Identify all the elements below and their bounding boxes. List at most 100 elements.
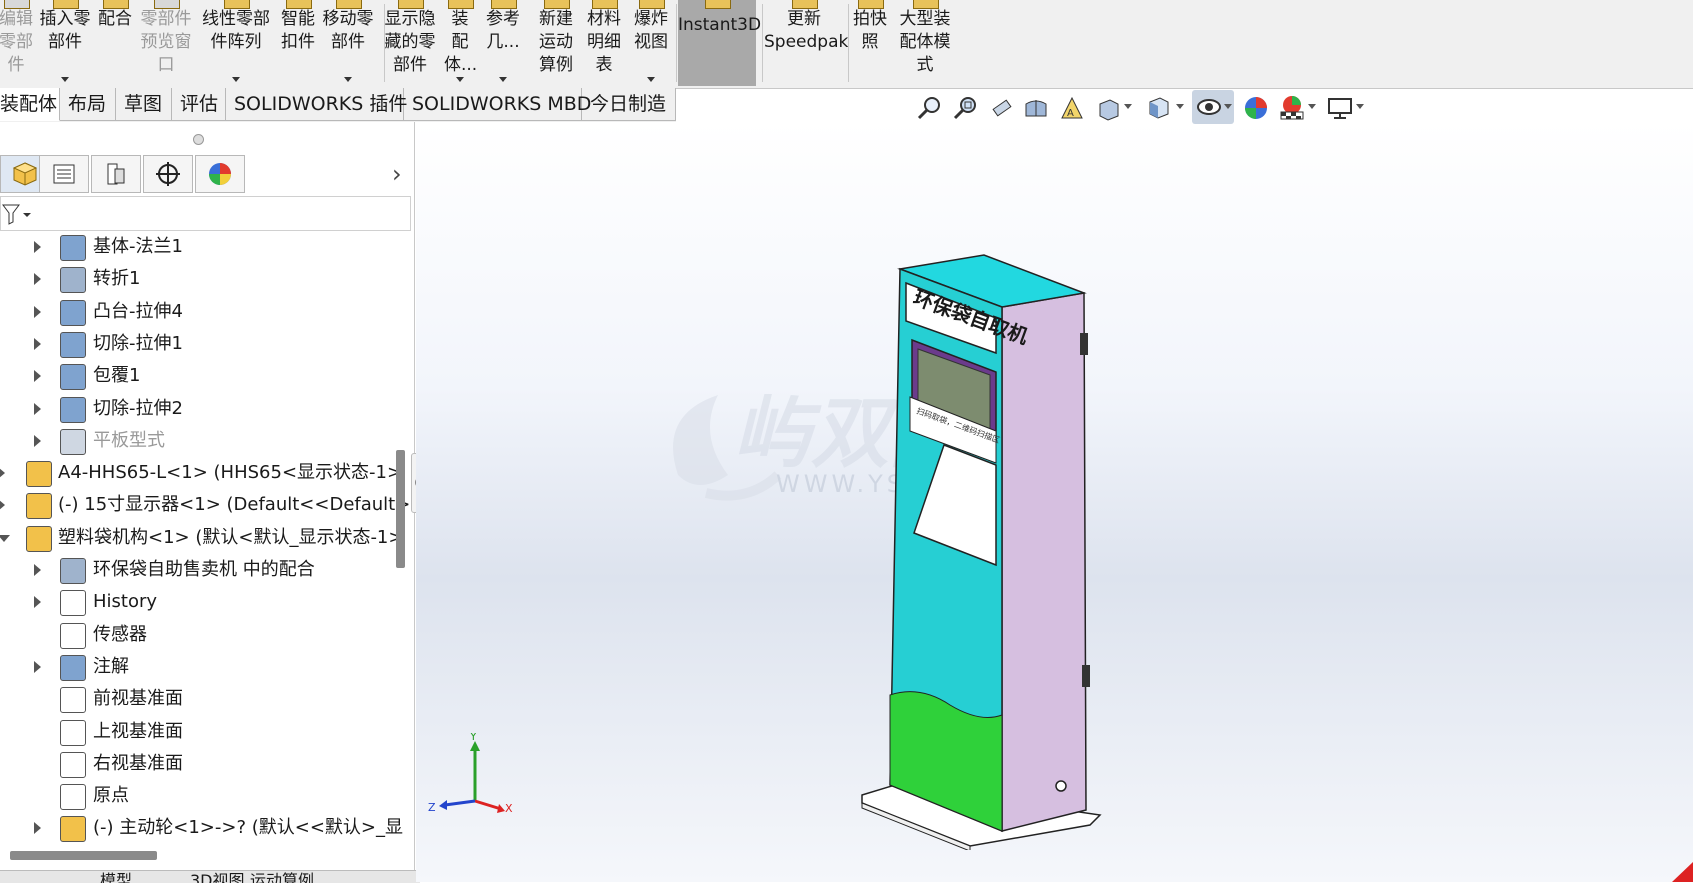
tree-item[interactable]: 注解 bbox=[0, 652, 400, 682]
tree-item[interactable]: A4-HHS65-L<1> (HHS65<显示状态-1> bbox=[0, 458, 402, 488]
edit-appearance-icon[interactable] bbox=[1242, 94, 1270, 122]
tree-item[interactable]: 切除-拉伸1 bbox=[0, 329, 400, 359]
tree-item[interactable]: 上视基准面 bbox=[0, 717, 400, 747]
assembly-features-button[interactable]: 装配 体... bbox=[444, 0, 477, 86]
bottom-tab-0[interactable]: 模型 bbox=[100, 871, 132, 883]
tree-item[interactable]: (-) 主动轮<1>->? (默认<<默认>_显 bbox=[0, 813, 403, 843]
bottom-tab-1[interactable]: 3D视图 bbox=[190, 871, 245, 883]
update-speedpak-button[interactable]: 更新 Speedpak bbox=[764, 0, 848, 86]
expand-arrow-icon[interactable] bbox=[34, 660, 41, 673]
insert-part-button[interactable]: 插入零 部件 bbox=[36, 0, 94, 86]
tab-0[interactable]: 装配体 bbox=[0, 88, 60, 121]
show-hidden-button[interactable]: 显示隐 藏的零 部件 bbox=[382, 0, 438, 86]
tree-filter-bar[interactable] bbox=[0, 196, 411, 231]
property-manager-tab[interactable] bbox=[39, 155, 89, 193]
subassembly-icon bbox=[26, 525, 52, 552]
tree-item[interactable]: History bbox=[0, 587, 400, 617]
display-style-icon[interactable] bbox=[1144, 94, 1172, 122]
tree-item[interactable]: 传感器 bbox=[0, 620, 400, 650]
new-motion-button[interactable]: 新建 运动 算例 bbox=[536, 0, 576, 86]
expand-arrow-icon[interactable] bbox=[0, 467, 5, 480]
corner-resize-indicator[interactable] bbox=[1672, 862, 1693, 882]
tree-item[interactable]: 右视基准面 bbox=[0, 749, 400, 779]
move-part-dropdown-icon[interactable] bbox=[344, 77, 352, 82]
tree-item[interactable]: 原点 bbox=[0, 781, 400, 811]
tab-5[interactable]: SOLIDWORKS MBD bbox=[404, 88, 591, 121]
previous-view-icon[interactable] bbox=[988, 94, 1016, 122]
move-part-button[interactable]: 移动零 部件 bbox=[320, 0, 376, 86]
exploded-view-button[interactable]: 爆炸 视图 bbox=[630, 0, 672, 86]
apply-scene-dropdown-icon[interactable] bbox=[1308, 104, 1316, 109]
tree-item[interactable]: 包覆1 bbox=[0, 361, 400, 391]
view-settings-dropdown-icon[interactable] bbox=[1356, 104, 1364, 109]
expand-arrow-icon[interactable] bbox=[34, 337, 41, 350]
linear-pattern-button[interactable]: 线性零部 件阵列 bbox=[198, 0, 274, 86]
tree-item[interactable]: 转折1 bbox=[0, 264, 400, 294]
configuration-manager-tab[interactable] bbox=[91, 155, 141, 193]
tree-vertical-scrollbar[interactable] bbox=[396, 450, 405, 568]
insert-part-dropdown-icon[interactable] bbox=[61, 77, 69, 82]
expand-arrow-icon[interactable] bbox=[34, 241, 41, 253]
triad-y-label: Y bbox=[469, 733, 477, 743]
exploded-view-dropdown-icon[interactable] bbox=[647, 77, 655, 82]
panel-grip-handle[interactable] bbox=[193, 134, 204, 145]
hide-show-items-button[interactable] bbox=[1192, 90, 1234, 124]
linear-pattern-dropdown-icon[interactable] bbox=[232, 77, 240, 82]
tab-4[interactable]: SOLIDWORKS 插件 bbox=[226, 88, 407, 121]
display-style-dropdown-icon[interactable] bbox=[1176, 104, 1184, 109]
dimxpert-manager-tab[interactable] bbox=[143, 155, 193, 193]
tab-6[interactable]: 今日制造 bbox=[582, 88, 676, 121]
dynamic-annotation-view-icon[interactable]: A bbox=[1058, 94, 1086, 122]
section-view-icon[interactable] bbox=[1022, 94, 1050, 122]
tree-item[interactable]: 凸台-拉伸4 bbox=[0, 297, 400, 327]
display-manager-tab[interactable] bbox=[195, 155, 245, 193]
expand-arrow-icon[interactable] bbox=[34, 402, 41, 415]
bottom-tab-2[interactable]: 运动算例 bbox=[250, 871, 314, 883]
tree-item[interactable]: 环保袋自助售卖机 中的配合 bbox=[0, 555, 400, 585]
assembly-cube-icon bbox=[12, 162, 38, 186]
plane-icon bbox=[60, 687, 86, 714]
expand-arrow-icon[interactable] bbox=[34, 596, 41, 609]
snapshot-button[interactable]: 拍快 照 bbox=[850, 0, 890, 86]
bom-button[interactable]: 材料 明细 表 bbox=[584, 0, 624, 86]
tree-item[interactable]: 平板型式 bbox=[0, 426, 400, 456]
kiosk-model[interactable]: 环保袋自取机 扫码取袋，二维码扫描区 bbox=[850, 245, 1110, 850]
expand-arrow-icon[interactable] bbox=[34, 564, 41, 576]
zoom-to-fit-icon[interactable] bbox=[916, 94, 944, 122]
tree-item[interactable]: 基体-法兰1 bbox=[0, 232, 400, 262]
assembly-features-dropdown-icon[interactable] bbox=[456, 77, 464, 82]
view-orientation-icon[interactable] bbox=[1094, 94, 1122, 122]
edit-part-button[interactable]: 编辑 零部 件 bbox=[0, 0, 36, 86]
tree-horizontal-scrollbar[interactable] bbox=[10, 851, 157, 860]
filter-funnel-icon[interactable] bbox=[1, 202, 31, 226]
tab-2[interactable]: 草图 bbox=[116, 88, 172, 121]
reference-geometry-dropdown-icon[interactable] bbox=[499, 77, 507, 82]
view-orientation-dropdown-icon[interactable] bbox=[1124, 104, 1132, 109]
reference-geometry-button[interactable]: 参考 几... bbox=[486, 0, 520, 86]
tree-item[interactable]: 切除-拉伸2 bbox=[0, 394, 400, 424]
preview-button[interactable]: 零部件 预览窗 口 bbox=[138, 0, 194, 86]
expand-arrow-icon[interactable] bbox=[34, 305, 41, 318]
tree-item[interactable]: 塑料袋机构<1> (默认<默认_显示状态-1> bbox=[0, 523, 403, 553]
expand-arrow-icon[interactable] bbox=[34, 370, 41, 383]
manager-tabs-next-arrow[interactable]: › bbox=[392, 160, 402, 188]
apply-scene-icon[interactable] bbox=[1278, 94, 1306, 122]
hide-show-dropdown-icon bbox=[1224, 104, 1232, 109]
tree-item[interactable]: 前视基准面 bbox=[0, 684, 400, 714]
expand-arrow-icon[interactable] bbox=[34, 434, 41, 447]
large-assembly-button[interactable]: 大型装 配体模 式 bbox=[894, 0, 956, 86]
expand-arrow-icon[interactable] bbox=[34, 822, 41, 835]
mate-button[interactable]: 配合 bbox=[96, 0, 134, 86]
view-settings-monitor-icon[interactable] bbox=[1326, 94, 1354, 122]
tab-1[interactable]: 布局 bbox=[60, 88, 116, 121]
tab-3[interactable]: 评估 bbox=[172, 88, 226, 121]
smart-fastener-button[interactable]: 智能 扣件 bbox=[278, 0, 318, 86]
zoom-to-area-icon[interactable] bbox=[952, 94, 980, 122]
reference-triad: Y X Z bbox=[428, 733, 513, 813]
expand-arrow-icon[interactable] bbox=[34, 273, 41, 286]
tree-item[interactable]: (-) 15寸显示器<1> (Default<<Default> bbox=[0, 490, 410, 520]
expand-arrow-icon[interactable] bbox=[0, 499, 5, 512]
instant3d-button[interactable]: Instant3D bbox=[678, 0, 761, 86]
tree-item-label: 平板型式 bbox=[93, 429, 165, 451]
collapse-arrow-icon[interactable] bbox=[0, 534, 10, 542]
